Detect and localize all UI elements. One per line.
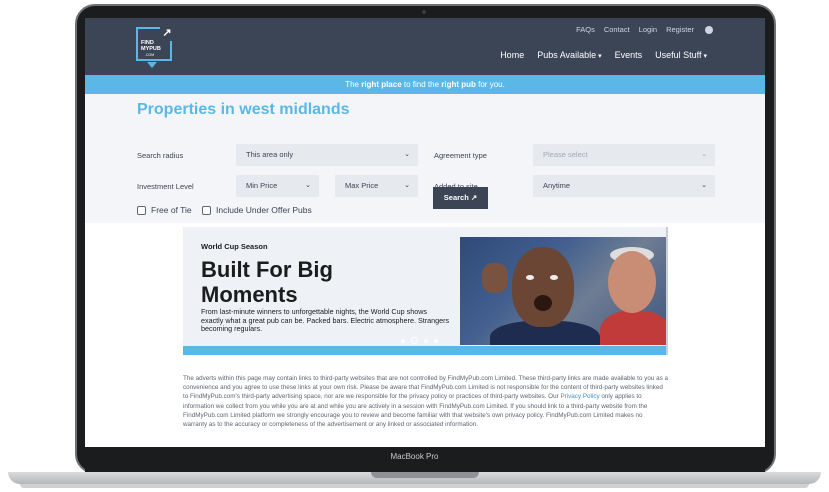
logo-wordmark: FIND MYPUB <box>141 40 161 52</box>
page-title: Properties in west midlands <box>137 101 350 118</box>
checkbox-box <box>137 205 146 215</box>
chevron-down-icon: ⌄ <box>701 182 707 189</box>
link-faqs[interactable]: FAQs <box>576 25 595 34</box>
advert-disclaimer: The adverts within this page may contain… <box>183 375 668 429</box>
nav-pubs-available[interactable]: Pubs Available ▾ <box>537 50 601 60</box>
max-price-select[interactable]: Max Price ⌄ <box>335 175 418 197</box>
carousel-dots <box>401 337 438 344</box>
free-of-tie-checkbox[interactable]: Free of Tie <box>137 205 192 215</box>
checkbox-box <box>202 205 211 215</box>
under-offer-checkbox[interactable]: Include Under Offer Pubs <box>202 205 312 215</box>
advert-carousel[interactable]: World Cup Season Built For Big Moments F… <box>183 227 666 355</box>
utility-links: FAQs Contact Login Register <box>576 25 713 34</box>
nav-useful-stuff[interactable]: Useful Stuff ▾ <box>655 50 707 60</box>
advert-headline: Built For Big Moments <box>201 257 333 307</box>
search-button[interactable]: Search ↗ <box>433 187 488 209</box>
link-contact[interactable]: Contact <box>604 25 630 34</box>
search-radius-select[interactable]: This area only ⌄ <box>236 144 418 166</box>
chevron-down-icon: ▾ <box>703 53 707 60</box>
nav-home[interactable]: Home <box>500 50 524 60</box>
user-icon[interactable] <box>705 26 713 34</box>
advert-kicker: World Cup Season <box>201 242 268 251</box>
carousel-dot[interactable] <box>424 338 428 343</box>
device-label: MacBook Pro <box>390 452 439 461</box>
advert-body: From last-minute winners to unforgettabl… <box>201 307 450 334</box>
site-header: ↗ FIND MYPUB .COM FAQs Contact Login Reg… <box>85 18 765 75</box>
carousel-dot[interactable] <box>434 338 438 343</box>
chevron-down-icon: ⌄ <box>404 182 410 189</box>
fan-face-shape <box>608 251 656 313</box>
agreement-type-select[interactable]: Please select ⌄ <box>533 144 715 166</box>
chevron-down-icon: ▾ <box>598 53 602 60</box>
min-price-select[interactable]: Min Price ⌄ <box>236 175 319 197</box>
search-radius-label: Search radius <box>137 151 184 160</box>
logo-pin-tail <box>147 62 157 68</box>
laptop-notch <box>371 472 479 478</box>
agreement-type-label: Agreement type <box>434 151 487 160</box>
link-login[interactable]: Login <box>639 25 657 34</box>
search-panel: Properties in west midlands Search radiu… <box>85 94 765 223</box>
fan-mouth-shape <box>534 295 552 311</box>
logo-suffix: .COM <box>145 53 155 57</box>
fan-face-shape <box>512 247 574 327</box>
findmypub-logo[interactable]: ↗ FIND MYPUB .COM <box>136 27 174 68</box>
fan-fist-shape <box>482 263 508 293</box>
fan-shirt-shape <box>600 311 666 345</box>
advert-accent-bar <box>183 346 666 355</box>
investment-level-label: Investment Level <box>137 182 194 191</box>
tagline-banner: The right place to find the right pub fo… <box>85 75 765 94</box>
fan-eye-shape <box>526 275 534 280</box>
advert-photo <box>460 237 666 345</box>
advert-edge <box>666 227 668 355</box>
carousel-dot-active[interactable] <box>411 337 418 344</box>
chevron-down-icon: ⌄ <box>404 151 410 158</box>
link-register[interactable]: Register <box>666 25 694 34</box>
stage: ↗ FIND MYPUB .COM FAQs Contact Login Reg… <box>0 0 829 492</box>
fan-eye-shape <box>550 275 558 280</box>
added-to-site-select[interactable]: Anytime ⌄ <box>533 175 715 197</box>
laptop-shadow <box>20 484 809 488</box>
nav-events[interactable]: Events <box>615 50 643 60</box>
camera-icon <box>422 10 426 14</box>
main-nav: Home Pubs Available ▾ Events Useful Stuff… <box>500 50 707 60</box>
privacy-policy-link[interactable]: Privacy Policy <box>560 393 599 400</box>
carousel-dot[interactable] <box>401 338 405 343</box>
chevron-down-icon: ⌄ <box>305 182 311 189</box>
chevron-down-icon: ⌄ <box>701 151 707 158</box>
browser-screen: ↗ FIND MYPUB .COM FAQs Contact Login Reg… <box>85 18 765 447</box>
arrow-up-right-icon: ↗ <box>160 27 174 41</box>
